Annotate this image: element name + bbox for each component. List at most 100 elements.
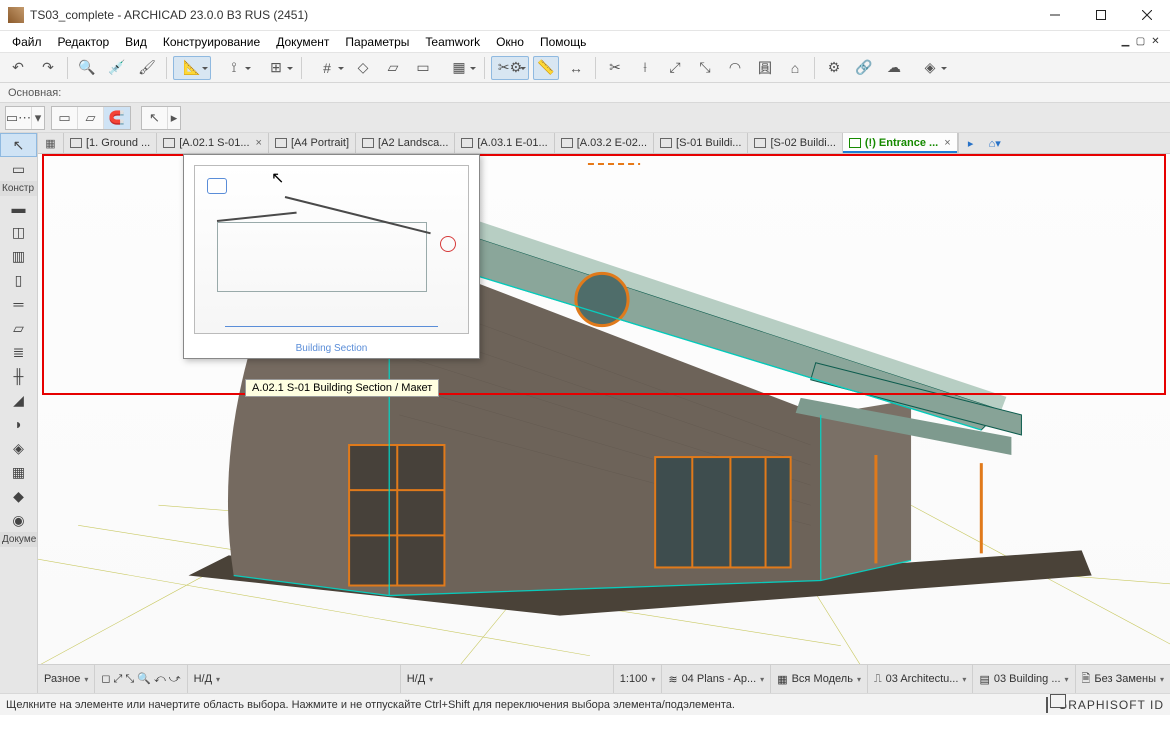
tab-ground[interactable]: [1. Ground ... [64,133,157,153]
mdi-minimize-icon[interactable]: ▁ [1119,35,1132,48]
menu-teamwork[interactable]: Teamwork [417,34,488,50]
setting1-button[interactable]: ⚙ [821,56,847,80]
tab-label: [S-02 Buildi... [770,137,835,149]
tab-entrance[interactable]: (!) Entrance ... × [843,133,958,153]
bounding-button[interactable]: ▭ [410,56,436,80]
tab-a031[interactable]: [A.03.1 E-01... [455,133,554,153]
stories-button[interactable]: 圓 [752,56,778,80]
zoom-buttons[interactable]: ◻ ⤢ ⤡ 🔍 ⤺ ⤻ [95,665,187,693]
tab-s01[interactable]: [S-01 Buildi... [654,133,748,153]
gravity-button[interactable]: ◇ [350,56,376,80]
marquee-dd-button[interactable]: ▾ [32,107,44,129]
separator [484,57,485,79]
cloud-button[interactable]: ☁ [881,56,907,80]
window-tool[interactable]: ▥ [0,244,37,268]
arrow-dd-button[interactable]: ▸ [168,107,180,129]
menu-file[interactable]: Файл [4,34,50,50]
menu-edit[interactable]: Редактор [50,34,118,50]
curve-button[interactable]: ◠ [722,56,748,80]
tab-label: (!) Entrance ... [865,137,938,149]
tab-a2[interactable]: [A2 Landsca... [356,133,455,153]
menu-document[interactable]: Документ [268,34,337,50]
wall-tool[interactable]: ▬ [0,196,37,220]
sel-magnet-button[interactable]: 🧲 [104,107,130,129]
tab-3d-button[interactable]: ⌂▾ [983,137,1007,150]
sel-rect-button[interactable]: ▭ [52,107,78,129]
tab-label: [A.02.1 S-01... [179,137,249,149]
grid-snap-button[interactable]: ⊞ [257,56,295,80]
menu-help[interactable]: Помощь [532,34,594,50]
trim-button[interactable]: ⟊ [632,56,658,80]
menu-design[interactable]: Конструирование [155,34,268,50]
split-button[interactable]: ⤢ [662,56,688,80]
quick-options[interactable]: Разное▾ [38,665,95,693]
mdi-close-icon[interactable]: ✕ [1149,35,1162,48]
curtain-tool[interactable]: ▦ [0,460,37,484]
snap-button[interactable]: ⟟ [215,56,253,80]
ruler-button[interactable]: 📏 [533,56,559,80]
arrow-tool[interactable]: ↖ [0,133,37,157]
nd2-field[interactable]: Н/Д▾ [401,665,614,693]
selection-group-1: ▭⋯ ▾ [5,106,45,130]
tab-overview-button[interactable]: ▦ [38,133,64,153]
menu-window[interactable]: Окно [488,34,532,50]
minimize-button[interactable] [1032,0,1078,30]
repl-field[interactable]: 🗎 Без Замены▾ [1076,665,1170,693]
nd1-field[interactable]: Н/Д▾ [188,665,401,693]
eyedropper-button[interactable]: 💉 [104,56,130,80]
marquee-tool[interactable]: ▭ [0,157,37,181]
door-tool[interactable]: ◫ [0,220,37,244]
layers-field[interactable]: ≋ 04 Plans - Ap...▾ [662,665,771,693]
tab-a4[interactable]: [A4 Portrait] [269,133,356,153]
close-icon[interactable]: × [944,137,950,149]
close-button[interactable] [1124,0,1170,30]
brand-area[interactable]: GRAPHISOFT ID [1046,698,1164,712]
object-tool[interactable]: ◉ [0,508,37,532]
roof-tool[interactable]: ◢ [0,388,37,412]
maximize-button[interactable] [1078,0,1124,30]
home-button[interactable]: ⌂ [782,56,808,80]
railing-tool[interactable]: ╫ [0,364,37,388]
find-button[interactable]: 🔍 [74,56,100,80]
morph-tool[interactable]: ◆ [0,484,37,508]
suspend-button[interactable]: ✂⚙ [491,56,529,80]
model-field[interactable]: ▦ Вся Модель▾ [771,665,868,693]
separator [595,57,596,79]
element-snap-button[interactable]: ▦ [440,56,478,80]
layout-icon [70,138,82,148]
brush-button[interactable]: 🖌 [134,56,160,80]
undo-button[interactable]: ↶ [5,56,31,80]
menu-view[interactable]: Вид [117,34,155,50]
menu-options[interactable]: Параметры [337,34,417,50]
measure-button[interactable]: ↔ [563,56,589,80]
bldg-field[interactable]: ▤ 03 Building ...▾ [973,665,1075,693]
redo-button[interactable]: ↷ [35,56,61,80]
scale-field[interactable]: 1:100▾ [614,665,663,693]
tab-label: [A4 Portrait] [291,137,349,149]
grid-button[interactable]: # [308,56,346,80]
link-button[interactable]: 🔗 [851,56,877,80]
guideline-button[interactable]: 📐 [173,56,211,80]
stair-tool[interactable]: ≣ [0,340,37,364]
beam-tool[interactable]: ═ [0,292,37,316]
tab-a032[interactable]: [A.03.2 E-02... [555,133,654,153]
close-icon[interactable]: × [256,137,262,149]
marquee-mode-button[interactable]: ▭⋯ [6,107,32,129]
shell-tool[interactable]: ◗ [0,412,37,436]
tab-a021[interactable]: [A.02.1 S-01... × [157,133,269,153]
mdi-restore-icon[interactable]: ▢ [1134,35,1147,48]
slab-tool[interactable]: ▱ [0,316,37,340]
arrow-mode-button[interactable]: ↖ [142,107,168,129]
sel-poly-button[interactable]: ▱ [78,107,104,129]
3d-viewport[interactable]: Building Section ↖ A.02.1 S-01 Building … [38,154,1170,664]
arch-field[interactable]: ⎍ 03 Architectu...▾ [868,665,973,693]
adjust-button[interactable]: ⤡ [692,56,718,80]
tab-label: [S-01 Buildi... [676,137,741,149]
plane-button[interactable]: ▱ [380,56,406,80]
tab-menu-button[interactable]: ▸ [959,137,983,150]
project-button[interactable]: ◈ [911,56,949,80]
cut-button[interactable]: ✂ [602,56,628,80]
tab-s02[interactable]: [S-02 Buildi... [748,133,842,153]
column-tool[interactable]: ▯ [0,268,37,292]
skylight-tool[interactable]: ◈ [0,436,37,460]
